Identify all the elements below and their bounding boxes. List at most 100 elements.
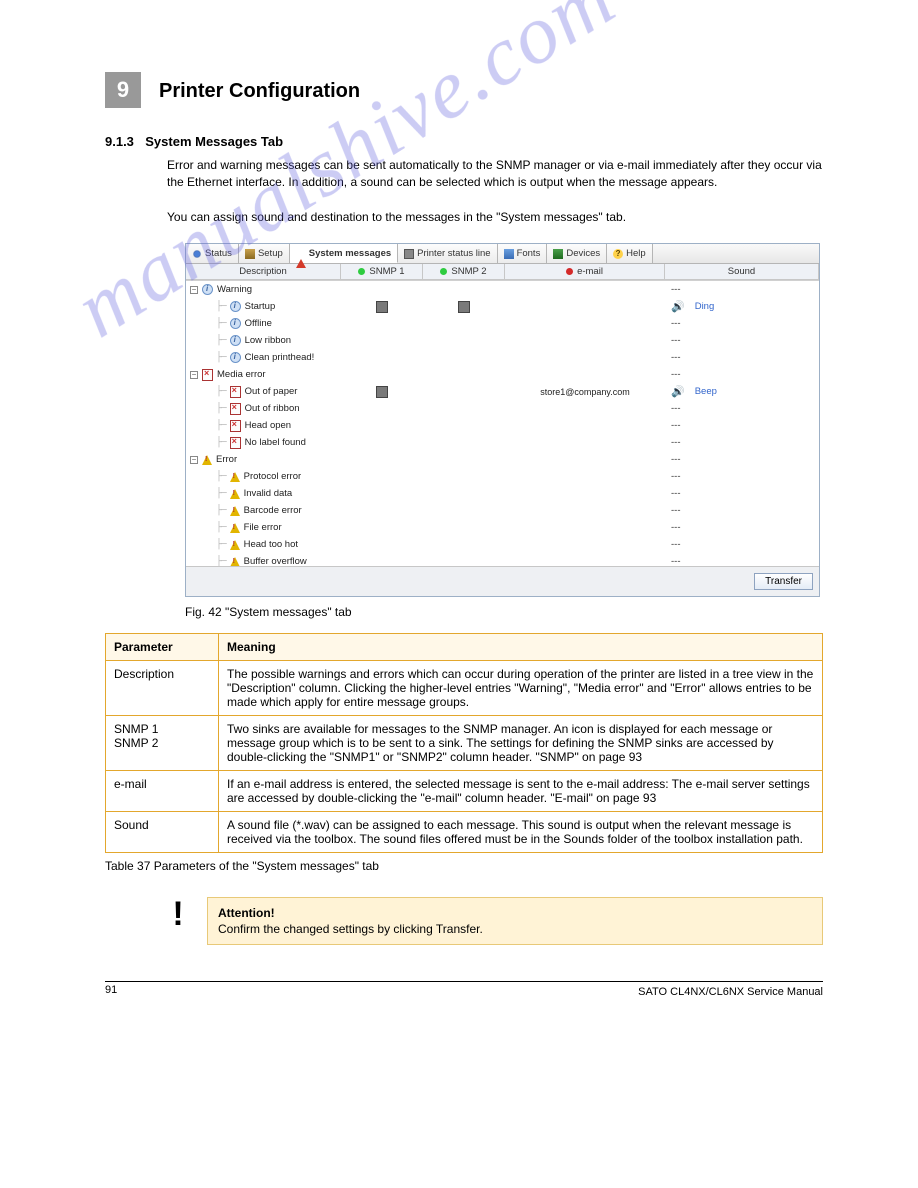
tab-help[interactable]: ? Help [607, 244, 653, 263]
sound-cell[interactable]: --- [665, 318, 819, 329]
tree-node-label: Startup [245, 301, 276, 312]
tree-item-row[interactable]: ├─Out of ribbon --- [186, 400, 819, 417]
col-header-description[interactable]: Description [186, 264, 341, 279]
sound-value: --- [671, 284, 681, 295]
tree-description-cell: −Warning [186, 284, 341, 295]
info-icon [192, 249, 202, 259]
error-icon [230, 557, 240, 567]
section-title: System Messages Tab [145, 134, 283, 149]
sound-cell[interactable]: --- [665, 488, 819, 499]
tree-item-row[interactable]: ├─Head open--- [186, 417, 819, 434]
sound-cell[interactable]: --- [665, 505, 819, 516]
tree-connector: ├─ [202, 437, 226, 448]
snmp1-cell[interactable] [341, 386, 423, 398]
sound-cell[interactable]: --- [665, 335, 819, 346]
tab-fonts[interactable]: Fonts [498, 244, 548, 263]
col-header-email[interactable]: e-mail [505, 264, 665, 279]
sound-cell[interactable]: --- [665, 437, 819, 448]
sound-cell[interactable]: --- [665, 420, 819, 431]
printer-icon [404, 249, 414, 259]
tree-connector: ├─ [202, 522, 226, 533]
window-footer: Transfer [186, 566, 819, 596]
tree-connector: ├─ [202, 301, 226, 312]
col-header-snmp1[interactable]: SNMP 1 [341, 264, 423, 279]
tree-connector: ├─ [202, 420, 226, 431]
tree-node-label: Media error [217, 369, 266, 380]
sound-cell[interactable]: --- [665, 539, 819, 550]
sound-value: --- [671, 454, 681, 465]
snmp1-cell[interactable] [341, 301, 423, 313]
col-header-sound[interactable]: Sound [665, 264, 819, 279]
tree-group-row[interactable]: − Media error --- [186, 366, 819, 383]
transfer-button[interactable]: Transfer [754, 573, 813, 590]
param-meaning-cell: Two sinks are available for messages to … [219, 716, 823, 771]
sound-cell[interactable]: --- [665, 454, 819, 465]
email-cell[interactable]: store1@company.com [505, 387, 665, 397]
tree-group-row[interactable]: − Error --- [186, 451, 819, 468]
tree-item-row[interactable]: ├─Offline --- [186, 315, 819, 332]
info-icon [230, 318, 241, 329]
sound-cell[interactable]: --- [665, 369, 819, 380]
sound-cell[interactable]: --- [665, 352, 819, 363]
grid-header: Description SNMP 1 SNMP 2 e-mail Sound [186, 264, 819, 280]
intro-paragraph-2: You can assign sound and destination to … [167, 209, 823, 226]
tree-node-label: Buffer overflow [244, 556, 307, 566]
sound-cell[interactable]: --- [665, 284, 819, 295]
sound-cell[interactable]: --- [665, 522, 819, 533]
tree-item-row[interactable]: ├─Barcode error--- [186, 502, 819, 519]
sound-value: --- [671, 352, 681, 363]
tree-item-row[interactable]: ├─ Startup 🔊Ding [186, 298, 819, 315]
snmp2-cell[interactable] [423, 301, 505, 313]
tree-item-row[interactable]: ├─Clean printhead!--- [186, 349, 819, 366]
tab-label: Setup [258, 248, 283, 259]
tab-strip: Status Setup System messages Printer sta… [186, 244, 819, 264]
tree-item-row[interactable]: ├─Buffer overflow--- [186, 553, 819, 566]
tab-setup[interactable]: Setup [239, 244, 290, 263]
sound-cell[interactable]: --- [665, 403, 819, 414]
fonts-icon [504, 249, 514, 259]
col-header-snmp2[interactable]: SNMP 2 [423, 264, 505, 279]
tree-description-cell: ├─Low ribbon [186, 335, 341, 346]
sound-cell[interactable]: --- [665, 556, 819, 566]
param-meaning-cell: If an e-mail address is entered, the sel… [219, 771, 823, 812]
error-icon [230, 489, 240, 499]
tree-description-cell: ├─Offline [186, 318, 341, 329]
tree-item-row[interactable]: ├─Out of paperstore1@company.com🔊Beep [186, 383, 819, 400]
sound-cell[interactable]: 🔊Ding [665, 300, 819, 313]
tree-node-label: Low ribbon [245, 335, 291, 346]
attention-title: Attention! [218, 906, 812, 920]
tree-description-cell: − Error [186, 454, 341, 465]
app-window: Status Setup System messages Printer sta… [185, 243, 820, 597]
tab-printer-status-line[interactable]: Printer status line [398, 244, 497, 263]
param-name-cell: Description [106, 661, 219, 716]
tab-status[interactable]: Status [186, 244, 239, 263]
sound-cell[interactable]: --- [665, 471, 819, 482]
sound-value: --- [671, 335, 681, 346]
tree-item-row[interactable]: ├─File error--- [186, 519, 819, 536]
media-error-icon [202, 369, 213, 381]
tree-item-row[interactable]: ├─Protocol error --- [186, 468, 819, 485]
expand-toggle[interactable]: − [190, 456, 198, 464]
tree-item-row[interactable]: ├─Invalid data--- [186, 485, 819, 502]
expand-toggle[interactable]: − [190, 371, 198, 379]
param-meaning-cell: The possible warnings and errors which c… [219, 661, 823, 716]
tree-item-row[interactable]: ├─Low ribbon --- [186, 332, 819, 349]
tree-description-cell: − Media error [186, 369, 341, 381]
status-dot-green-icon [358, 268, 365, 275]
tree-item-row[interactable]: ├─Head too hot--- [186, 536, 819, 553]
tree-description-cell: ├─ Startup [186, 301, 341, 312]
sound-cell[interactable]: 🔊Beep [665, 385, 819, 398]
tab-system-messages[interactable]: System messages [290, 244, 398, 263]
col-label: SNMP 1 [369, 266, 404, 277]
tab-label: Status [205, 248, 232, 259]
page-brand: SATO CL4NX/CL6NX Service Manual [638, 986, 823, 998]
tree-node-label: Error [216, 454, 237, 465]
expand-toggle[interactable]: − [190, 286, 198, 294]
table-row: e-mailIf an e-mail address is entered, t… [106, 771, 823, 812]
tree-group-row[interactable]: −Warning --- [186, 281, 819, 298]
tree-pane[interactable]: −Warning--- ├─Startup🔊Ding ├─Offline--- … [186, 280, 819, 566]
tree-description-cell: ├─Protocol error [186, 471, 341, 482]
tab-devices[interactable]: Devices [547, 244, 607, 263]
tree-item-row[interactable]: ├─No label found--- [186, 434, 819, 451]
tree-description-cell: ├─Out of ribbon [186, 403, 341, 415]
